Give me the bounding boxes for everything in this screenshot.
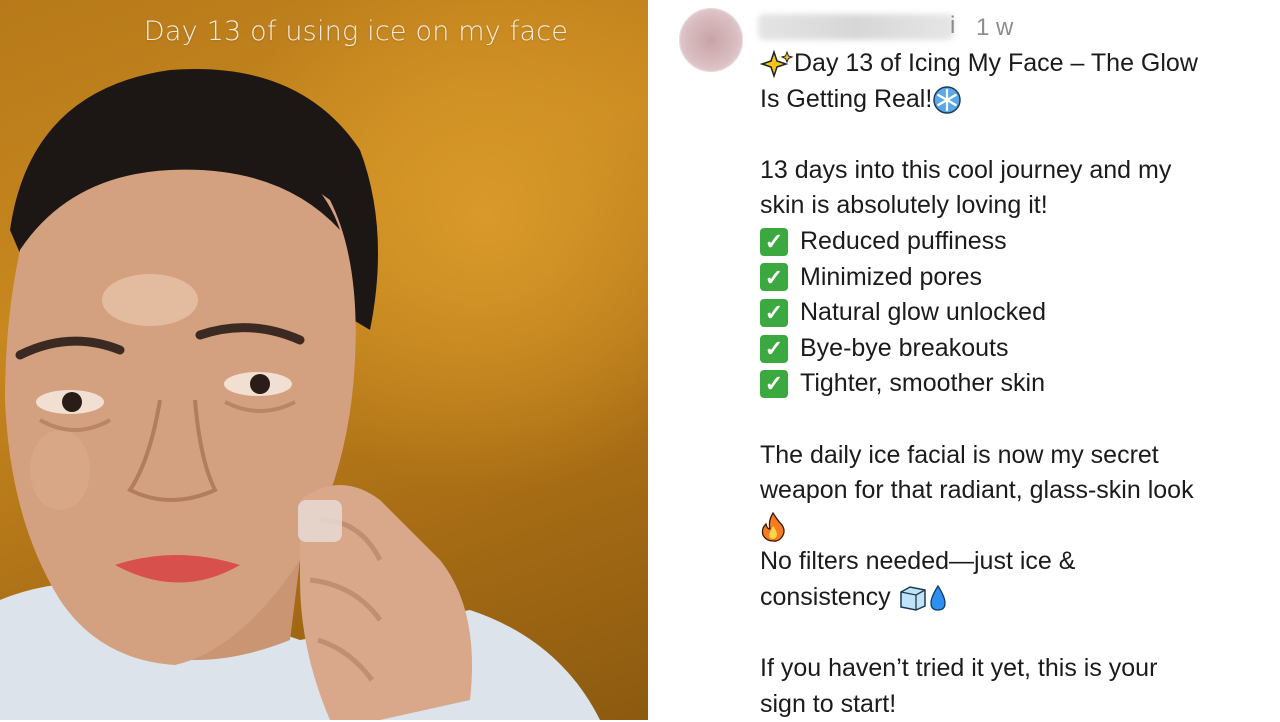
username-tail: i	[950, 12, 956, 39]
nofilters-line-1: No filters needed—just ice &	[760, 547, 1076, 576]
snowflake-icon	[932, 85, 962, 115]
avatar[interactable]	[680, 9, 742, 71]
fire-line	[760, 509, 1265, 545]
check-mark-icon: ✓	[760, 334, 788, 363]
secret-line-2: weapon for that radiant, glass-skin look	[760, 476, 1194, 505]
ice-cube-icon	[898, 584, 928, 612]
video-frame[interactable]: Day 13 of using ice on my face	[0, 0, 648, 720]
title-line-2: Is Getting Real!	[760, 82, 1265, 118]
benefit-item: ✓ Bye-bye breakouts	[760, 331, 1265, 367]
title-text-1: Day 13 of Icing My Face – The Glow	[794, 49, 1198, 77]
benefit-item: ✓ Minimized pores	[760, 260, 1265, 296]
post-caption-panel: i 1 w Day 13 of Icing My Face – The Glow…	[648, 0, 1280, 720]
check-mark-icon: ✓	[760, 263, 788, 292]
post-body: Day 13 of Icing My Face – The Glow Is Ge…	[760, 46, 1265, 722]
sparkles-icon	[760, 50, 794, 79]
check-mark-icon: ✓	[760, 227, 788, 256]
intro-line-2: skin is absolutely loving it!	[760, 191, 1048, 220]
video-caption: Day 13 of using ice on my face	[143, 16, 569, 47]
secret-line-1: The daily ice facial is now my secret	[760, 440, 1159, 469]
benefit-item: ✓ Reduced puffiness	[760, 224, 1265, 260]
benefit-label: Tighter, smoother skin	[800, 369, 1046, 398]
title-text-2: Is Getting Real!	[760, 84, 933, 113]
benefit-label: Reduced puffiness	[800, 226, 1007, 255]
check-mark-icon: ✓	[760, 298, 788, 327]
post-timestamp[interactable]: 1 w	[976, 14, 1013, 42]
benefit-label: Bye-bye breakouts	[800, 333, 1009, 362]
username-blurred[interactable]	[758, 14, 954, 40]
fire-icon	[760, 512, 786, 542]
title-line-1: Day 13 of Icing My Face – The Glow	[760, 46, 1265, 82]
nofilters-line-2: consistency	[760, 580, 1265, 616]
benefit-label: Minimized pores	[800, 262, 983, 291]
cta-line-1: If you haven’t tried it yet, this is you…	[760, 654, 1158, 683]
benefit-item: ✓ Tighter, smoother skin	[760, 366, 1265, 402]
check-mark-icon: ✓	[760, 370, 788, 399]
cta-line-2: sign to start!	[760, 689, 897, 718]
nofilters-text-2: consistency	[760, 582, 891, 611]
video-illustration	[0, 69, 600, 720]
intro-line-1: 13 days into this cool journey and my	[760, 155, 1172, 184]
benefit-label: Natural glow unlocked	[800, 298, 1046, 327]
benefit-item: ✓ Natural glow unlocked	[760, 295, 1265, 331]
droplet-icon	[928, 584, 948, 612]
